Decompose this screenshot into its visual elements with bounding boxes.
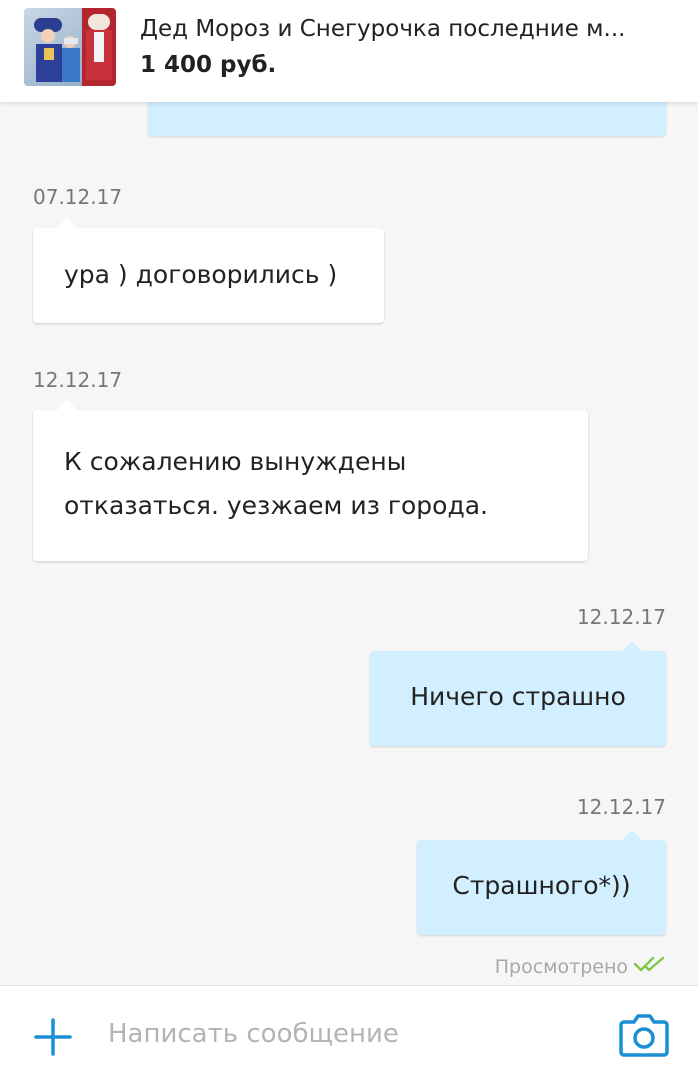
message-bubble-outgoing[interactable]: Ничего страшно (370, 641, 666, 746)
message-text: Ничего страшно (410, 682, 626, 711)
message-bubble-outgoing[interactable]: Страшного*)) (417, 830, 666, 935)
chat-thread[interactable]: 07.12.17 ура ) договорились ) 12.12.17 К… (0, 0, 698, 985)
plus-icon (34, 1018, 72, 1056)
camera-button[interactable] (618, 1010, 670, 1060)
listing-price: 1 400 руб. (140, 52, 277, 78)
message-date: 12.12.17 (33, 368, 123, 392)
camera-icon (619, 1014, 669, 1057)
message-date: 12.12.17 (576, 795, 666, 819)
message-text: К сожалению вынуждены отказаться. уезжае… (64, 447, 488, 520)
read-status-label: Просмотрено (494, 956, 628, 978)
listing-thumbnail[interactable] (24, 8, 116, 86)
listing-header[interactable]: Дед Мороз и Снегурочка последние м... 1 … (0, 0, 698, 102)
message-bubble-incoming[interactable]: К сожалению вынуждены отказаться. уезжае… (33, 400, 588, 561)
message-text: ура ) договорились ) (64, 260, 338, 289)
message-bubble-incoming[interactable]: ура ) договорились ) (33, 218, 384, 323)
double-check-icon (633, 955, 666, 979)
message-text: Страшного*)) (452, 871, 631, 900)
attach-button[interactable] (30, 1014, 76, 1060)
message-composer (0, 985, 698, 1081)
message-input[interactable] (108, 1008, 588, 1060)
message-date: 12.12.17 (576, 605, 666, 629)
message-date: 07.12.17 (33, 185, 123, 209)
read-status: Просмотрено (495, 955, 666, 979)
listing-title[interactable]: Дед Мороз и Снегурочка последние м... (140, 14, 670, 44)
